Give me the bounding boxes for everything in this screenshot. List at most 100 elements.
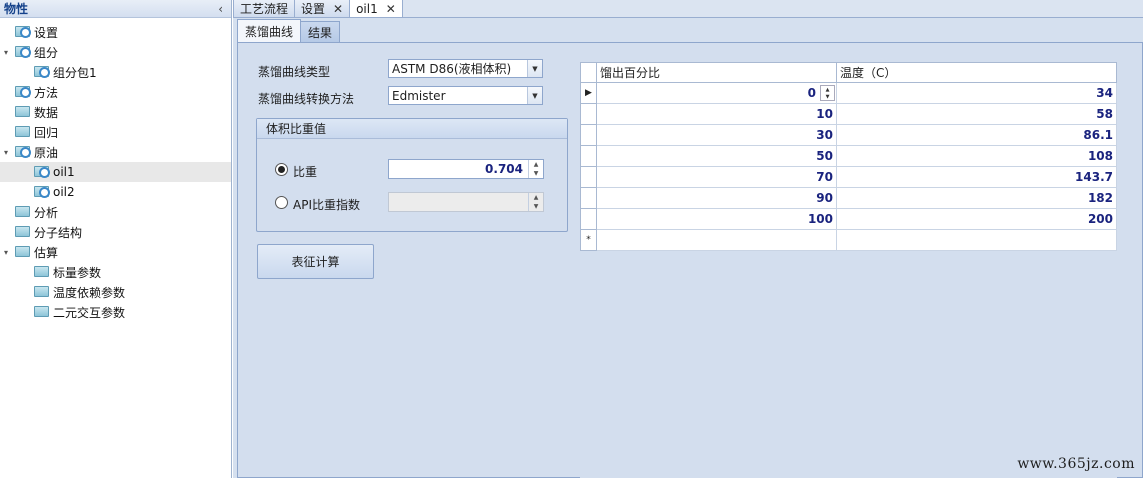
tree-item-7[interactable]: oil1	[0, 162, 231, 182]
temperature-cell[interactable]	[837, 230, 1117, 251]
tree-item-11[interactable]: ▾ 估算	[0, 242, 231, 262]
tree-item-13[interactable]: 温度依赖参数	[0, 282, 231, 302]
table-row[interactable]: 70 143.7	[580, 167, 1117, 188]
tree-item-label: 方法	[34, 85, 59, 100]
percent-cell[interactable]: 100	[597, 209, 837, 230]
temperature-cell[interactable]: 200	[837, 209, 1117, 230]
characterize-button[interactable]: 表征计算	[257, 244, 374, 279]
collapse-panel-button[interactable]: ‹	[218, 2, 223, 16]
tree-item-label: 组分	[34, 45, 59, 60]
table-row[interactable]: ▶ 0 ▲ ▼ 34	[580, 83, 1117, 104]
row-header[interactable]	[580, 188, 597, 209]
folder-gear-icon	[34, 186, 50, 198]
percent-cell[interactable]: 70	[597, 167, 837, 188]
chevron-down-icon[interactable]: ▼	[527, 87, 542, 104]
tree-item-14[interactable]: 二元交互参数	[0, 302, 231, 322]
tree-item-label: 设置	[34, 25, 59, 40]
table-row[interactable]: 90 182	[580, 188, 1117, 209]
sg-spin-buttons[interactable]: ▲ ▼	[528, 160, 543, 178]
tree-panel-header: 物性 ‹	[0, 0, 231, 18]
tree-item-label: 分析	[34, 205, 59, 220]
tree-item-5[interactable]: 回归	[0, 122, 231, 142]
app-window: 物性 ‹ 设置 ▾ 组分组分包1 方法数据回归 ▾ 原油 oil1 oil2 分析分子结构 ▾ 估算…	[0, 0, 1143, 478]
tree-item-label: 估算	[34, 245, 59, 260]
row-header[interactable]	[580, 167, 597, 188]
gravity-groupbox: 体积比重值 比重 0.704 ▲ ▼ API比重指数 ▲ ▼	[256, 118, 568, 232]
tree-item-2[interactable]: 组分包1	[0, 62, 231, 82]
folder-gear-icon	[15, 146, 31, 158]
grid-header-row: 馏出百分比 温度（C）	[580, 62, 1117, 83]
chevron-down-icon[interactable]: ▼	[527, 60, 542, 77]
expander-icon[interactable]: ▾	[1, 148, 11, 157]
table-row[interactable]: 50 108	[580, 146, 1117, 167]
folder-icon	[15, 126, 30, 137]
table-row[interactable]: 10 58	[580, 104, 1117, 125]
tree-item-4[interactable]: 数据	[0, 102, 231, 122]
close-icon[interactable]: ✕	[386, 2, 396, 16]
temperature-cell[interactable]: 34	[837, 83, 1117, 104]
doc-tab-2[interactable]: oil1 ✕	[349, 0, 403, 17]
percent-cell[interactable]: 30	[597, 125, 837, 146]
column-header-temperature[interactable]: 温度（C）	[837, 62, 1117, 83]
api-input[interactable]: ▲ ▼	[388, 192, 544, 212]
temperature-cell[interactable]: 86.1	[837, 125, 1117, 146]
percent-cell[interactable]: 0 ▲ ▼	[597, 83, 837, 104]
row-header[interactable]: *	[580, 230, 597, 251]
table-row[interactable]: 30 86.1	[580, 125, 1117, 146]
table-row[interactable]: 100 200	[580, 209, 1117, 230]
tree-item-9[interactable]: 分析	[0, 202, 231, 222]
percent-value: 50	[816, 149, 833, 163]
percent-cell[interactable]: 10	[597, 104, 837, 125]
row-header[interactable]	[580, 125, 597, 146]
temperature-cell[interactable]: 108	[837, 146, 1117, 167]
cell-spin-buttons[interactable]: ▲ ▼	[820, 85, 835, 101]
tree-item-label: oil1	[53, 165, 75, 179]
table-row[interactable]: *	[580, 230, 1117, 251]
folder-icon	[34, 286, 49, 297]
row-header[interactable]	[580, 104, 597, 125]
tree-item-label: 分子结构	[34, 225, 83, 240]
tree-item-8[interactable]: oil2	[0, 182, 231, 202]
tree-item-label: oil2	[53, 185, 75, 199]
expander-icon[interactable]: ▾	[1, 248, 11, 257]
tree-item-3[interactable]: 方法	[0, 82, 231, 102]
row-header[interactable]	[580, 209, 597, 230]
sub-tab-0[interactable]: 蒸馏曲线	[237, 19, 302, 43]
document-tab-strip: 工艺流程 设置 ✕ oil1 ✕	[233, 0, 1143, 18]
percent-value: 100	[807, 212, 833, 226]
tree-item-0[interactable]: 设置	[0, 22, 231, 42]
api-spin-buttons[interactable]: ▲ ▼	[528, 193, 543, 211]
percent-cell[interactable]: 50	[597, 146, 837, 167]
temperature-cell[interactable]: 182	[837, 188, 1117, 209]
tree-item-6[interactable]: ▾ 原油	[0, 142, 231, 162]
convert-method-select[interactable]: Edmister ▼	[388, 86, 543, 105]
temperature-cell[interactable]: 143.7	[837, 167, 1117, 188]
sg-radio[interactable]	[275, 163, 288, 176]
tree-item-label: 数据	[34, 105, 59, 120]
percent-cell[interactable]	[597, 230, 837, 251]
curve-type-select[interactable]: ASTM D86(液相体积) ▼	[388, 59, 543, 78]
tree-item-label: 组分包1	[53, 65, 97, 80]
temperature-cell[interactable]: 58	[837, 104, 1117, 125]
expander-icon[interactable]: ▾	[1, 48, 11, 57]
row-header[interactable]: ▶	[580, 83, 597, 104]
folder-icon	[15, 206, 30, 217]
doc-tab-label: oil1	[356, 1, 378, 16]
tree-item-1[interactable]: ▾ 组分	[0, 42, 231, 62]
column-header-percent[interactable]: 馏出百分比	[597, 62, 837, 83]
sub-tab-1[interactable]: 结果	[300, 21, 341, 43]
row-header[interactable]	[580, 146, 597, 167]
tree-item-10[interactable]: 分子结构	[0, 222, 231, 242]
doc-tab-0[interactable]: 工艺流程	[233, 0, 296, 17]
tree-item-12[interactable]: 标量参数	[0, 262, 231, 282]
percent-cell[interactable]: 90	[597, 188, 837, 209]
sg-input[interactable]: 0.704 ▲ ▼	[388, 159, 544, 179]
property-tree: 设置 ▾ 组分组分包1 方法数据回归 ▾ 原油 oil1 oil2 分析分子结构 ▾ 估算标量参数温…	[0, 18, 231, 322]
tree-item-label: 二元交互参数	[53, 305, 126, 320]
close-icon[interactable]: ✕	[333, 2, 343, 16]
doc-tab-label: 工艺流程	[240, 2, 289, 16]
distillation-curve-panel: 蒸馏曲线类型 ASTM D86(液相体积) ▼ 蒸馏曲线转换方法 Edmiste…	[237, 42, 1143, 478]
doc-tab-1[interactable]: 设置 ✕	[294, 0, 351, 17]
folder-gear-icon	[15, 26, 31, 38]
api-radio[interactable]	[275, 196, 288, 209]
